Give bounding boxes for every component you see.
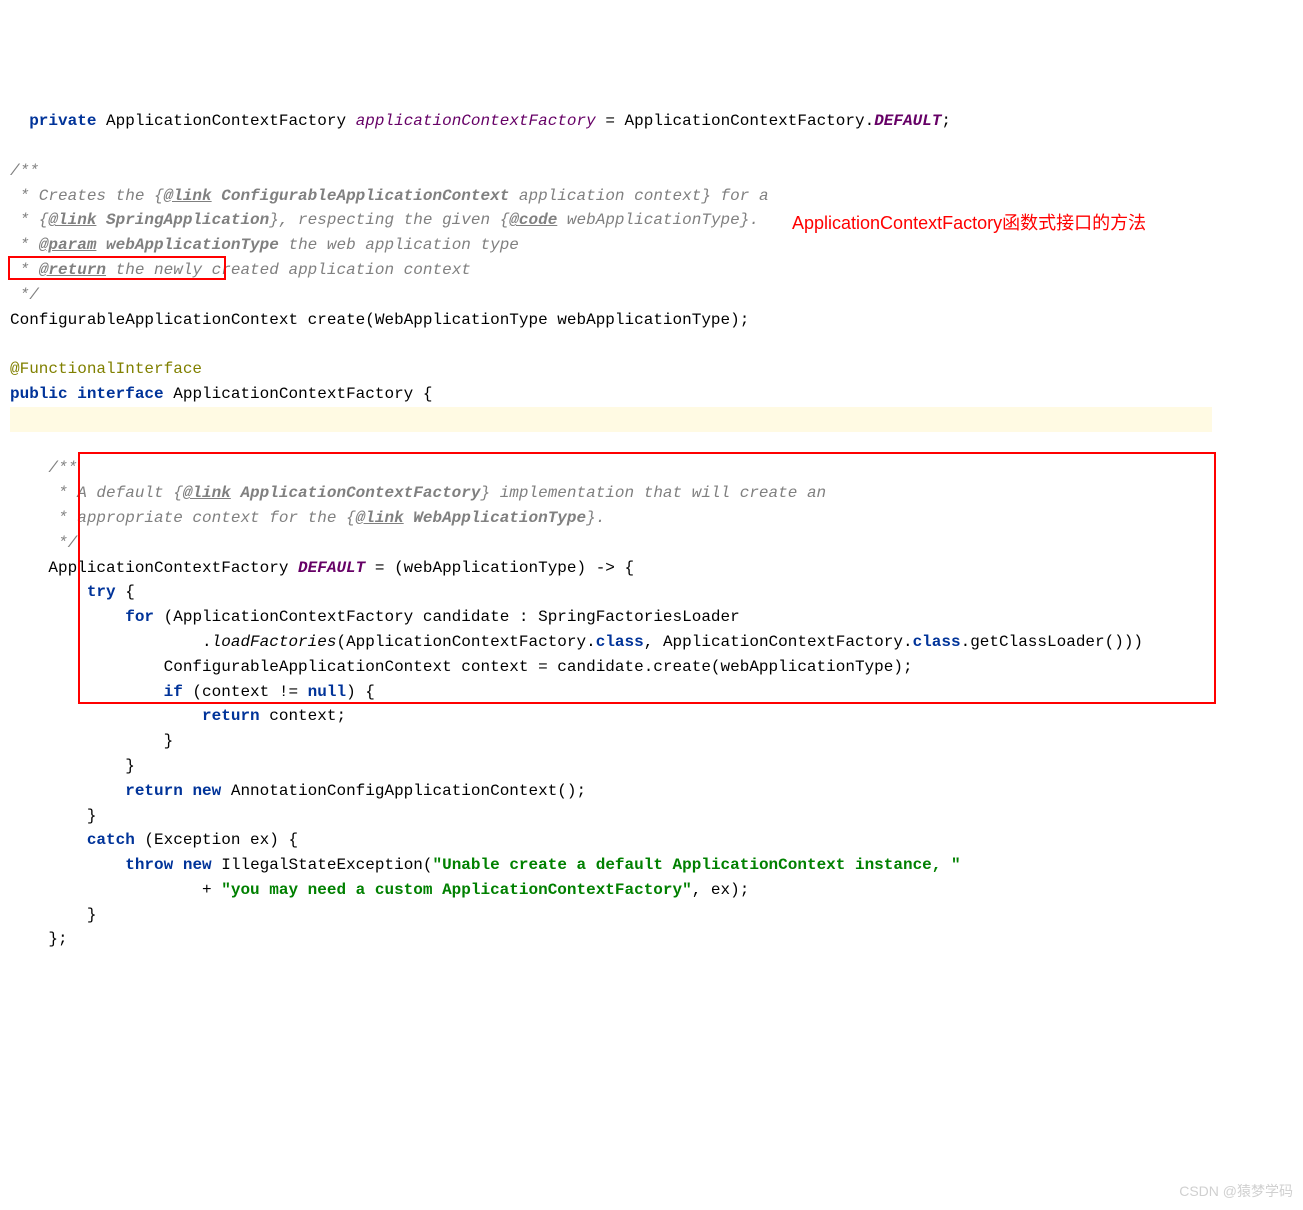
doc-line: * A default {@link ApplicationContextFac… [10,484,826,502]
keyword-class: class [596,633,644,651]
doc-line: */ [10,286,39,304]
params: (WebApplicationType webApplicationType); [365,311,749,329]
code-line: .loadFactories(ApplicationContextFactory… [10,633,1143,651]
keyword-null: null [308,683,346,701]
doc-line: * @param webApplicationType the web appl… [10,236,519,254]
keyword-new: new [183,856,212,874]
code-line: return context; [10,707,346,725]
code-line: ApplicationContextFactory DEFAULT = (web… [10,559,634,577]
type: ConfigurableApplicationContext [10,311,308,329]
code-line: + "you may need a custom ApplicationCont… [10,881,749,899]
static-method: loadFactories [212,633,337,651]
keyword-return: return [125,782,183,800]
code-line: ConfigurableApplicationContext context =… [10,658,913,676]
doc-tag: @param [39,236,97,254]
text: = [596,112,625,130]
type: ApplicationContextFactory [106,112,346,130]
method-name: create [308,311,366,329]
doc-tag: @link [183,484,231,502]
text: ; [941,112,951,130]
highlighted-line [10,407,1212,432]
watermark: CSDN @猿梦学码 [1179,1181,1293,1203]
method-signature: ConfigurableApplicationContext create(We… [10,311,749,329]
doc-tag: @link [356,509,404,527]
field-name: applicationContextFactory [356,112,596,130]
code-line: throw new IllegalStateException("Unable … [10,856,961,874]
keyword-class: class [913,633,961,651]
static-field: DEFAULT [874,112,941,130]
doc-line: * Creates the {@link ConfigurableApplica… [10,187,769,205]
keyword-private: private [29,112,96,130]
code-line: } [10,757,135,775]
code-line: } [10,807,96,825]
code-line: return new AnnotationConfigApplicationCo… [10,782,586,800]
doc-line: */ [10,534,77,552]
doc-line: * @return the newly created application … [10,261,471,279]
doc-line: * appropriate context for the {@link Web… [10,509,605,527]
red-annotation-text: ApplicationContextFactory函数式接口的方法 [792,210,1146,238]
code-line: } [10,906,96,924]
doc-tag: @return [39,261,106,279]
static-field: DEFAULT [298,559,365,577]
annotation: @FunctionalInterface [10,360,202,378]
keyword-for: for [125,608,154,626]
keyword-new: new [192,782,221,800]
string-literal: "you may need a custom ApplicationContex… [221,881,691,899]
keyword-public: public [10,385,68,403]
doc-tag: @link [164,187,212,205]
doc-line: /** [10,162,39,180]
code-line: } [10,732,173,750]
keyword-return: return [202,707,260,725]
keyword-if: if [164,683,183,701]
interface-declaration: public interface ApplicationContextFacto… [10,385,432,403]
keyword-interface: interface [77,385,163,403]
code-line: private ApplicationContextFactory applic… [10,112,951,130]
code-line: catch (Exception ex) { [10,831,298,849]
string-literal: "Unable create a default ApplicationCont… [433,856,961,874]
keyword-throw: throw [125,856,173,874]
keyword-catch: catch [87,831,135,849]
doc-line: * {@link SpringApplication}, respecting … [10,211,759,229]
code-line: if (context != null) { [10,683,375,701]
keyword-try: try [87,583,116,601]
doc-tag: @link [48,211,96,229]
doc-line: /** [10,459,77,477]
type: ApplicationContextFactory [625,112,865,130]
code-line: for (ApplicationContextFactory candidate… [10,608,740,626]
doc-tag: @code [509,211,557,229]
code-line: }; [10,930,68,948]
text: . [865,112,875,130]
code-line: try { [10,583,135,601]
